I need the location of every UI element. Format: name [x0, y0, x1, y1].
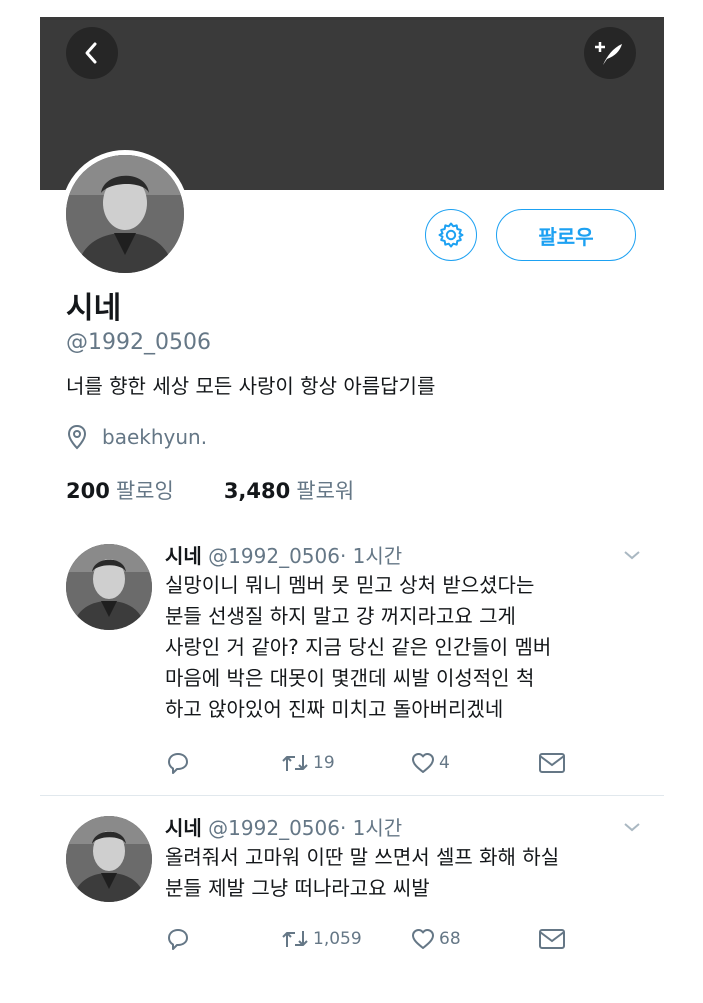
compose-tweet-button[interactable]: [584, 27, 636, 79]
profile-handle: @1992_0506: [66, 330, 211, 355]
tweet-header: 시네 @1992_0506· 1시간: [165, 812, 402, 841]
chevron-down-icon[interactable]: [622, 548, 642, 562]
location-text[interactable]: baekhyun.: [102, 425, 207, 449]
tweet-avatar[interactable]: [66, 544, 152, 630]
tweet-author-name[interactable]: 시네: [165, 544, 202, 568]
reply-icon: [168, 929, 188, 950]
gear-icon: [438, 222, 464, 248]
tweet-author-handle: @1992_0506: [208, 544, 340, 568]
back-arrow-icon: [85, 42, 97, 64]
reply-button[interactable]: [165, 927, 280, 951]
profile-location: baekhyun.: [66, 424, 207, 450]
following-label: 팔로잉: [115, 479, 174, 503]
back-button[interactable]: [66, 27, 118, 79]
retweet-icon: [282, 755, 308, 771]
tweet-actions: 1,059 68: [165, 927, 569, 951]
like-button[interactable]: 68: [410, 927, 538, 951]
like-icon: [412, 753, 434, 773]
following-count: 200: [66, 479, 110, 503]
retweet-icon: [282, 931, 308, 947]
tweet-actions: 19 4: [165, 751, 569, 775]
followers-stat[interactable]: 3,480 팔로워: [224, 475, 354, 505]
profile-name: 시네: [66, 291, 122, 326]
followers-count: 3,480: [223, 479, 291, 503]
tweet-divider: [40, 795, 664, 796]
message-icon: [539, 929, 565, 949]
retweet-button[interactable]: 1,059: [280, 927, 410, 951]
tweet-author-handle: @1992_0506: [208, 816, 340, 840]
following-stat[interactable]: 200 팔로잉: [66, 475, 174, 505]
like-button[interactable]: 4: [410, 751, 538, 775]
tweet-time: · 1시간: [339, 544, 403, 568]
profile-bio: 너를 향한 세상 모든 사랑이 항상 아름답기를: [66, 374, 436, 398]
tweet-author-name[interactable]: 시네: [165, 816, 202, 840]
message-button[interactable]: [538, 928, 569, 950]
retweet-count: 19: [313, 753, 335, 773]
retweet-button[interactable]: 19: [280, 751, 410, 775]
reply-icon: [168, 753, 188, 774]
tweet-text: 실망이니 뭐니 멤버 못 믿고 상처 받으셨다는 분들 선생질 하지 말고 걍 …: [165, 573, 552, 721]
like-count: 68: [439, 929, 461, 949]
retweet-count: 1,059: [313, 929, 362, 949]
profile-stats: 200 팔로잉 3,480 팔로워: [66, 475, 404, 505]
tweet-header: 시네 @1992_0506· 1시간: [165, 540, 402, 569]
reply-button[interactable]: [165, 751, 280, 775]
settings-button[interactable]: [425, 209, 477, 261]
profile-avatar[interactable]: [61, 150, 189, 278]
location-pin-icon: [67, 424, 87, 450]
tweet[interactable]: 시네 @1992_0506· 1시간 올려줘서 고마워 이딴 말 쓰면서 셀프 …: [40, 812, 664, 992]
tweet-text: 올려줘서 고마워 이딴 말 쓰면서 셀프 화해 하실 분들 제발 그냥 떠나라고…: [165, 845, 560, 900]
follow-button[interactable]: 팔로우: [496, 209, 636, 261]
message-button[interactable]: [538, 752, 569, 774]
like-icon: [412, 929, 434, 949]
like-count: 4: [439, 753, 450, 773]
tweet-avatar[interactable]: [66, 816, 152, 902]
chevron-down-icon[interactable]: [622, 820, 642, 834]
tweet[interactable]: 시네 @1992_0506· 1시간 실망이니 뭐니 멤버 못 믿고 상처 받으…: [40, 540, 664, 790]
compose-tweet-icon: [595, 42, 622, 65]
message-icon: [539, 753, 565, 773]
tweet-time: · 1시간: [339, 816, 403, 840]
followers-label: 팔로워: [296, 479, 355, 503]
